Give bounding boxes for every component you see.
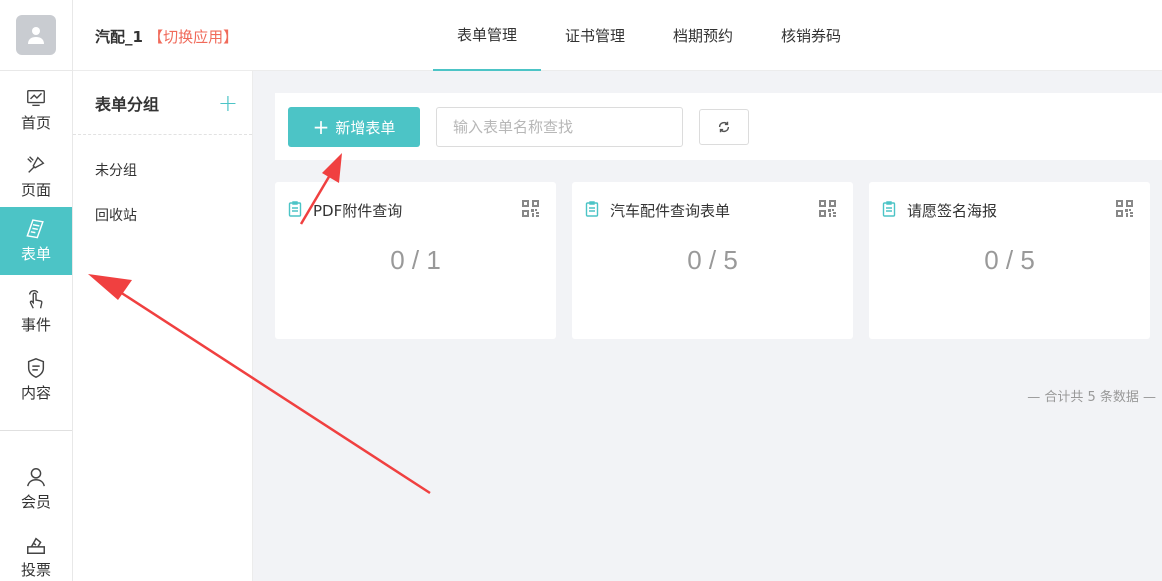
top-bar: 汽配_1 【切换应用】 表单管理 证书管理 档期预约 核销券码: [73, 0, 1162, 71]
form-icon: [26, 219, 44, 239]
app-title: 汽配_1 【切换应用】: [95, 26, 238, 47]
form-card[interactable]: 汽车配件查询表单 0 / 5: [572, 182, 853, 339]
plus-icon: +: [312, 115, 330, 139]
switch-app-link[interactable]: 【切换应用】: [148, 28, 238, 46]
sidebar-item-label: 页面: [20, 181, 51, 199]
total-count-text: — 合计共 5 条数据 —: [1027, 390, 1156, 405]
toolbar: + 新增表单: [275, 93, 1162, 160]
qr-code-icon[interactable]: [819, 200, 836, 217]
group-item-ungrouped[interactable]: 未分组: [73, 147, 252, 192]
sidebar-item-label: 投票: [20, 561, 51, 579]
document-icon: [288, 201, 302, 217]
form-card-title: 请愿签名海报: [907, 202, 998, 220]
sidebar-item-vote[interactable]: 投票: [0, 523, 72, 581]
group-title: 表单分组: [95, 94, 160, 114]
user-avatar-icon: [28, 27, 44, 44]
form-card-count: 0 / 1: [390, 245, 441, 275]
document-icon: [882, 201, 896, 217]
qr-code-icon[interactable]: [1116, 200, 1133, 217]
refresh-icon: [718, 121, 730, 133]
sidebar-item-home[interactable]: 首页: [0, 76, 72, 144]
add-form-label: 新增表单: [335, 118, 396, 137]
search-input[interactable]: [436, 107, 683, 147]
group-item-recycle-bin[interactable]: 回收站: [73, 192, 252, 237]
tab-form-management[interactable]: 表单管理: [433, 0, 541, 71]
sidebar-divider: [0, 430, 72, 431]
tab-certificate-management[interactable]: 证书管理: [551, 0, 639, 71]
sidebar-item-pages[interactable]: 页面: [0, 143, 72, 211]
brush-icon: [27, 156, 45, 173]
tab-coupon-redeem[interactable]: 核销券码: [767, 0, 855, 71]
sidebar-item-label: 首页: [20, 114, 51, 132]
hand-tap-icon: [28, 290, 43, 309]
form-group-panel: 表单分组 + 未分组 回收站: [73, 71, 253, 581]
form-card-title: PDF附件查询: [313, 202, 403, 220]
form-card-count: 0 / 5: [984, 245, 1035, 275]
sidebar-item-forms[interactable]: 表单: [0, 207, 72, 275]
avatar[interactable]: [16, 15, 56, 55]
sidebar-item-content[interactable]: 内容: [0, 346, 72, 414]
sidebar-item-label: 内容: [20, 384, 51, 402]
user-icon: [27, 468, 45, 487]
sidebar-item-events[interactable]: 事件: [0, 278, 72, 346]
group-header: 表单分组 +: [73, 71, 252, 135]
refresh-button[interactable]: [699, 109, 749, 145]
form-card[interactable]: PDF附件查询 0 / 1: [275, 182, 556, 339]
vote-icon: [27, 537, 45, 554]
chart-icon: [27, 89, 45, 107]
qr-code-icon[interactable]: [522, 200, 539, 217]
tab-schedule-booking[interactable]: 档期预约: [659, 0, 747, 71]
sidebar-item-label: 事件: [20, 316, 51, 334]
sidebar-item-label: 会员: [20, 493, 51, 511]
sidebar-item-members[interactable]: 会员: [0, 455, 72, 523]
form-card[interactable]: 请愿签名海报 0 / 5: [869, 182, 1150, 339]
add-form-button[interactable]: + 新增表单: [288, 107, 420, 147]
sidebar: 首页 页面 表单 事件 内容 会员 投票: [0, 0, 73, 581]
avatar-container: [0, 0, 72, 71]
add-group-icon[interactable]: +: [218, 91, 238, 115]
form-card-title: 汽车配件查询表单: [610, 202, 731, 220]
form-card-count: 0 / 5: [687, 245, 738, 275]
app-name: 汽配_1: [95, 28, 143, 46]
sidebar-item-label: 表单: [20, 245, 51, 263]
document-icon: [585, 201, 599, 217]
content-icon: [27, 358, 45, 378]
